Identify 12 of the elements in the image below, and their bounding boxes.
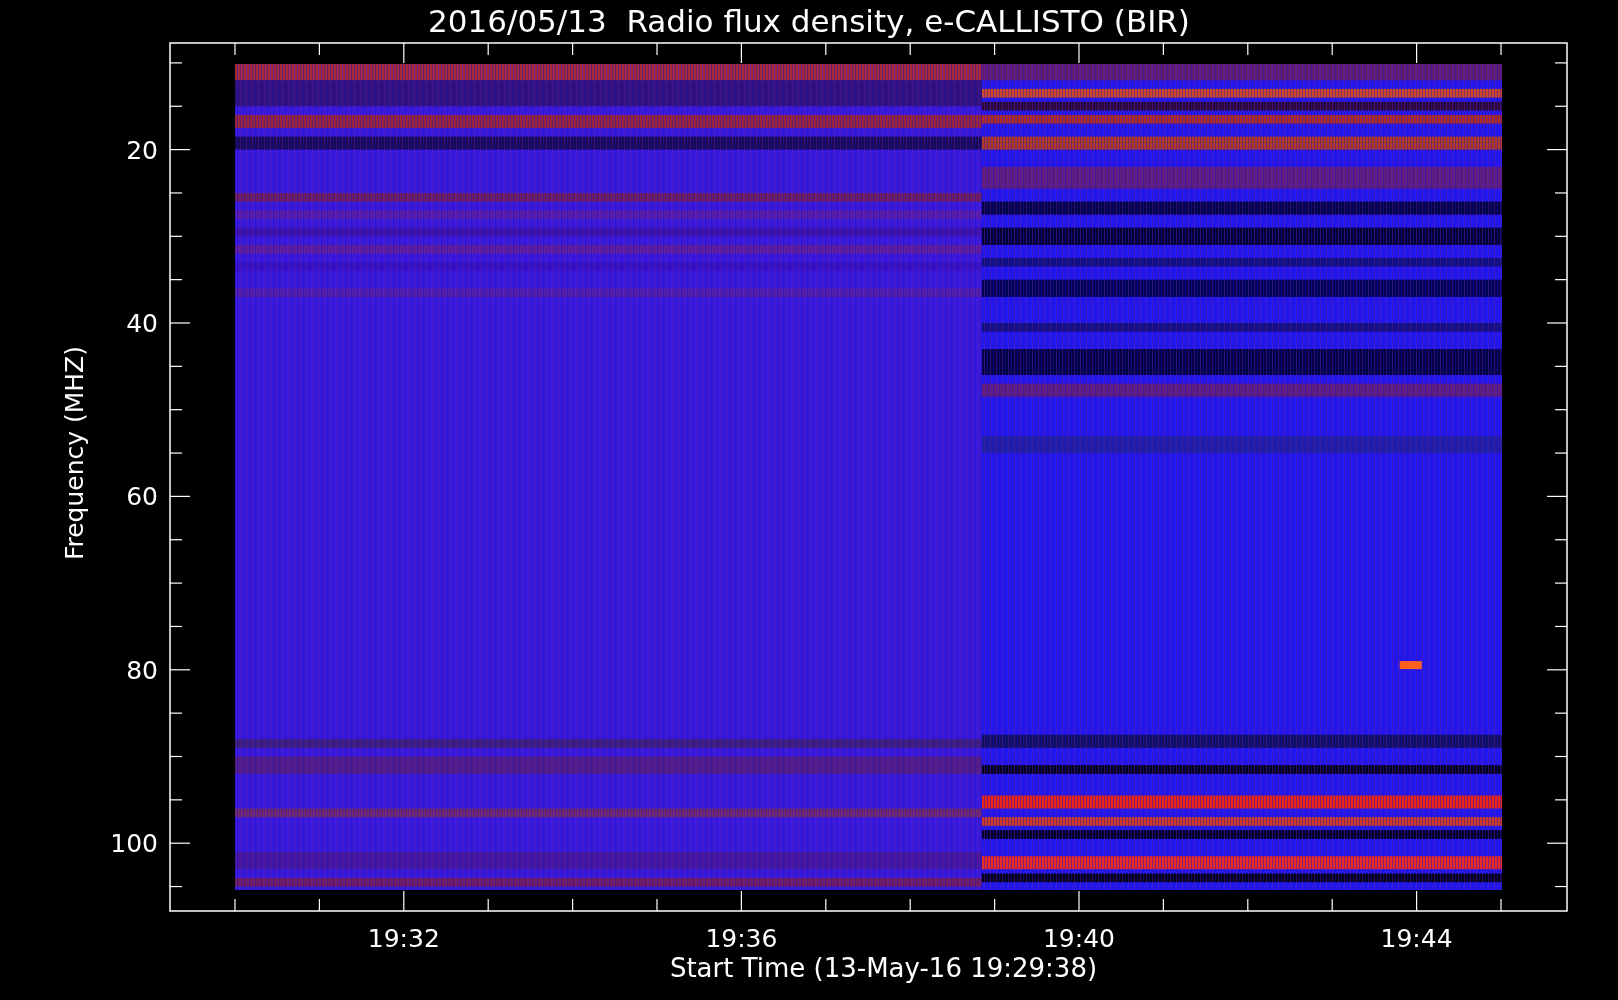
y-tick-label: 80 xyxy=(126,655,158,685)
y-axis-label: Frequency (MHZ) xyxy=(60,346,89,561)
chart-title: 2016/05/13 Radio flux density, e-CALLISTO (BIR) xyxy=(428,2,1190,40)
x-tick-label: 19:32 xyxy=(367,924,440,953)
y-tick-label: 100 xyxy=(110,829,158,859)
x-tick-label: 19:44 xyxy=(1380,924,1453,953)
y-tick-label: 60 xyxy=(126,482,158,512)
x-tick-label: 19:40 xyxy=(1043,924,1115,953)
y-tick-label: 20 xyxy=(126,135,158,165)
x-axis-label: Start Time (13-May-16 19:29:38) xyxy=(669,953,1098,983)
y-tick-label: 40 xyxy=(126,309,158,338)
x-tick-label: 19:36 xyxy=(705,924,778,953)
